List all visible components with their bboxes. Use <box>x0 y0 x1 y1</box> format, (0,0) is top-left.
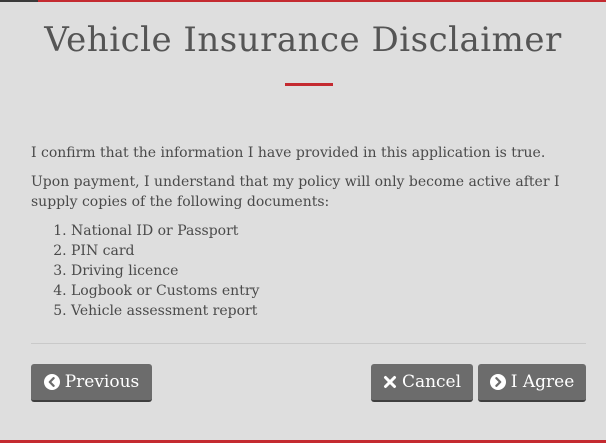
top-accent-dark-segment <box>0 0 38 2</box>
previous-label: Previous <box>64 372 140 392</box>
cancel-button[interactable]: Cancel <box>371 364 473 402</box>
previous-button[interactable]: Previous <box>31 364 152 402</box>
divider <box>31 343 586 344</box>
list-item: Logbook or Customs entry <box>71 281 584 301</box>
cancel-label: Cancel <box>401 372 462 392</box>
list-item: National ID or Passport <box>71 221 584 241</box>
chevron-circle-left-icon <box>43 374 60 390</box>
close-icon <box>383 375 397 389</box>
documents-list: National ID or Passport PIN card Driving… <box>31 221 584 321</box>
list-item: Driving licence <box>71 261 584 281</box>
chevron-circle-right-icon <box>489 374 506 390</box>
agree-label: I Agree <box>510 372 575 392</box>
page-title: Vehicle Insurance Disclaimer <box>44 20 562 60</box>
top-accent-bar <box>0 0 606 2</box>
list-item: PIN card <box>71 241 584 261</box>
confirm-text: I confirm that the information I have pr… <box>31 145 546 161</box>
agree-button[interactable]: I Agree <box>478 364 586 402</box>
list-item: Vehicle assessment report <box>71 301 584 321</box>
payment-text: Upon payment, I understand that my polic… <box>31 174 560 210</box>
disclaimer-content: I confirm that the information I have pr… <box>31 143 584 321</box>
title-underline <box>285 83 333 86</box>
